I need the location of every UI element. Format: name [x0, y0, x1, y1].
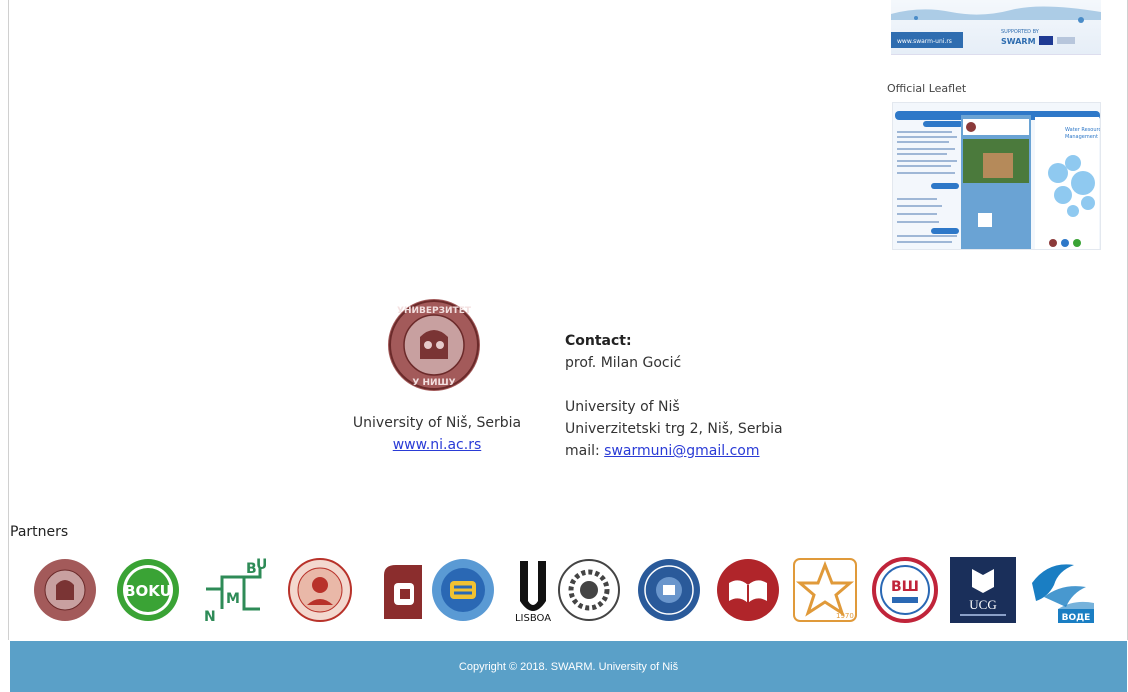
svg-text:BOKU: BOKU	[124, 582, 172, 600]
svg-text:ВОДЕ: ВОДЕ	[1062, 613, 1091, 623]
official-leaflet-image[interactable]: Water Resources Management	[892, 102, 1101, 250]
svg-text:N: N	[204, 609, 216, 623]
orange-star-logo[interactable]: 1970	[792, 557, 858, 623]
university-of-nis-logo[interactable]	[32, 557, 98, 623]
leaflet-graphic: Water Resources Management	[893, 103, 1101, 249]
university-name: University of Niš, Serbia	[352, 415, 522, 431]
svg-text:LISBOA: LISBOA	[515, 613, 551, 623]
copyright-text: Copyright © 2018. SWARM. University of N…	[458, 660, 679, 673]
svg-text:SWARM: SWARM	[1001, 37, 1036, 46]
leaflet-caption: Official Leaflet	[887, 82, 967, 95]
ucg-logo[interactable]: UCG	[950, 557, 1016, 623]
svg-text:1970: 1970	[836, 612, 854, 620]
nmbu-logo[interactable]: NMBU	[200, 557, 266, 623]
svg-text:www.swarm-uni.rs: www.swarm-uni.rs	[897, 38, 952, 45]
contact-block: Contact: prof. Milan Gocić University of…	[565, 330, 825, 462]
banner-graphic: www.swarm-uni.rs SUPPORTED BY SWARM	[891, 6, 1101, 48]
university-of-nis-seal-icon: УНИВЕРЗИТЕТ У НИШУ	[386, 297, 482, 393]
footer-bar: Copyright © 2018. SWARM. University of N…	[10, 641, 1127, 692]
contact-email-link[interactable]: swarmuni@gmail.com	[604, 443, 759, 459]
svg-text:У НИШУ: У НИШУ	[412, 378, 455, 388]
svg-text:Water Resources: Water Resources	[1065, 127, 1101, 133]
university-caption: University of Niš, Serbia www.ni.ac.rs	[346, 412, 528, 456]
contact-address: Univerzitetski trg 2, Niš, Serbia	[565, 421, 783, 437]
partners-heading: Partners	[10, 524, 69, 540]
contact-institution: University of Niš	[565, 399, 680, 415]
left-border	[8, 0, 9, 640]
blue-yellow-emblem-logo[interactable]	[430, 557, 496, 623]
blue-circle-university-logo[interactable]	[636, 557, 702, 623]
partners-logo-row: BOKU NMBU LISBOA 1970 ВШ UCG ВОДЕ	[32, 557, 1112, 627]
red-book-logo[interactable]	[715, 557, 781, 623]
contact-mail-line: mail: swarmuni@gmail.com	[565, 440, 825, 462]
contact-heading: Contact:	[565, 333, 632, 349]
svg-text:SUPPORTED BY: SUPPORTED BY	[1001, 29, 1040, 35]
university-seal-gear-logo[interactable]	[556, 557, 622, 623]
svg-text:UCG: UCG	[969, 597, 996, 612]
boku-logo[interactable]: BOKU	[115, 557, 181, 623]
university-website-link[interactable]: www.ni.ac.rs	[393, 437, 482, 453]
vode-logo[interactable]: ВОДЕ	[1028, 557, 1094, 623]
mail-label: mail:	[565, 443, 605, 459]
swarm-banner-image[interactable]: www.swarm-uni.rs SUPPORTED BY SWARM	[891, 0, 1101, 55]
contact-person: prof. Milan Gocić	[565, 355, 682, 371]
vss-logo[interactable]: ВШ	[872, 557, 938, 623]
svg-text:U: U	[256, 557, 266, 573]
svg-text:Management: Management	[1065, 134, 1098, 140]
svg-text:УНИВЕРЗИТЕТ: УНИВЕРЗИТЕТ	[397, 306, 472, 316]
svg-text:M: M	[226, 591, 240, 607]
aristotle-university-logo[interactable]	[287, 557, 353, 623]
a-letter-logo[interactable]	[372, 557, 438, 623]
svg-text:ВШ: ВШ	[891, 579, 919, 595]
